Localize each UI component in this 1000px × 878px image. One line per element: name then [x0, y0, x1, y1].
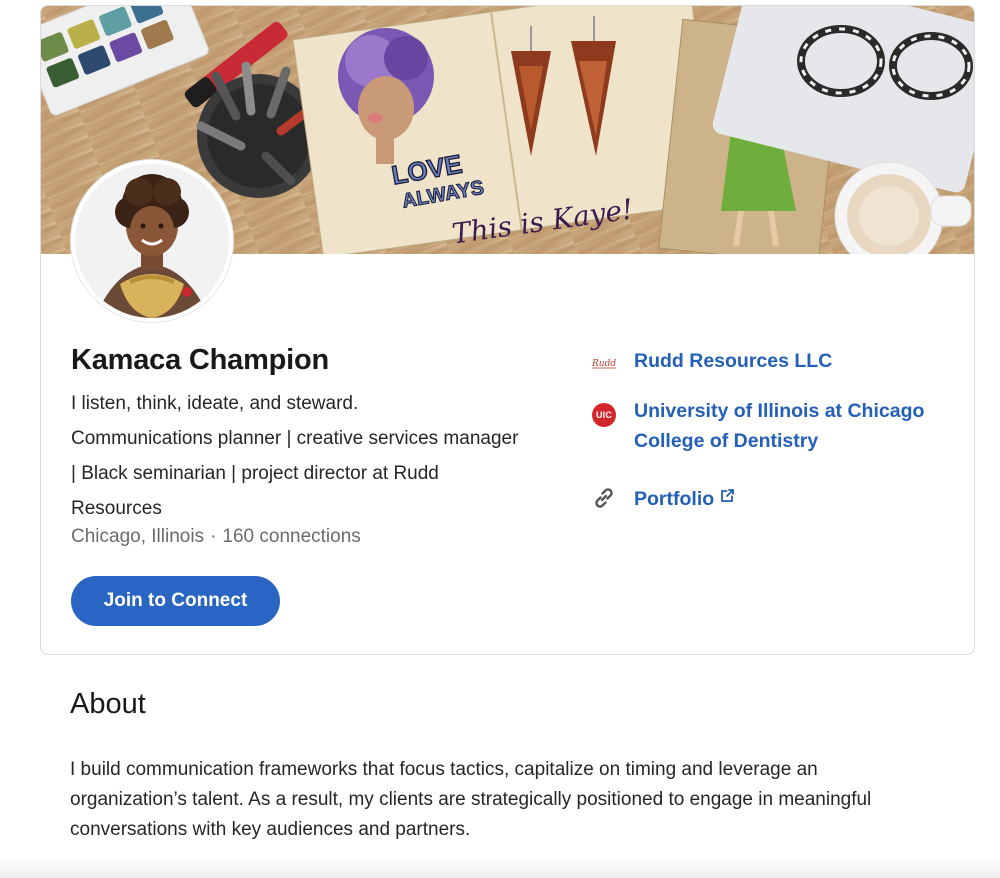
portfolio-link[interactable]: Portfolio	[591, 482, 735, 514]
profile-location: Chicago, Illinois	[71, 526, 205, 547]
external-link-icon	[720, 482, 735, 512]
link-icon	[591, 485, 617, 511]
profile-card: LOVE ALWAYS This is Kaye! Kamaca Champio…	[40, 5, 975, 655]
education-name[interactable]: University of Illinois at Chicago Colleg…	[634, 396, 924, 456]
company-name[interactable]: Rudd Resources LLC	[634, 346, 832, 376]
about-line: conversations with key audiences and par…	[70, 819, 471, 840]
profile-photo	[75, 164, 229, 318]
about-title: About	[70, 688, 146, 720]
headline-line: I listen, think, ideate, and steward.	[71, 393, 359, 414]
company-link[interactable]: Rudd Rudd Resources LLC	[591, 346, 832, 376]
page-bottom-edge	[0, 856, 1000, 878]
company-logo-text: Rudd	[591, 359, 616, 369]
school-logo: UIC	[591, 402, 617, 428]
portfolio-label[interactable]: Portfolio	[634, 482, 735, 514]
uic-badge: UIC	[592, 403, 616, 427]
headline-line: Resources	[71, 498, 162, 519]
education-link[interactable]: UIC University of Illinois at Chicago Co…	[591, 396, 924, 456]
headline-line: | Black seminarian | project director at…	[71, 463, 439, 484]
headline-line: Communications planner | creative servic…	[71, 428, 519, 449]
join-to-connect-button[interactable]: Join to Connect	[71, 576, 280, 626]
education-line: College of Dentistry	[634, 430, 819, 452]
profile-name: Kamaca Champion	[71, 344, 330, 376]
about-text: I build communication frameworks that fo…	[70, 755, 950, 845]
meta-separator: ·	[210, 526, 217, 547]
avatar	[71, 160, 233, 322]
profile-connections[interactable]: 160 connections	[222, 526, 360, 547]
company-logo: Rudd	[591, 349, 617, 375]
about-line: organization’s talent. As a result, my c…	[70, 789, 872, 810]
education-line: University of Illinois at Chicago	[634, 400, 925, 422]
profile-headline: I listen, think, ideate, and steward. Co…	[71, 386, 561, 526]
portfolio-text: Portfolio	[634, 488, 715, 510]
profile-meta: Chicago, Illinois · 160 connections	[71, 526, 361, 548]
about-line: I build communication frameworks that fo…	[70, 759, 818, 780]
